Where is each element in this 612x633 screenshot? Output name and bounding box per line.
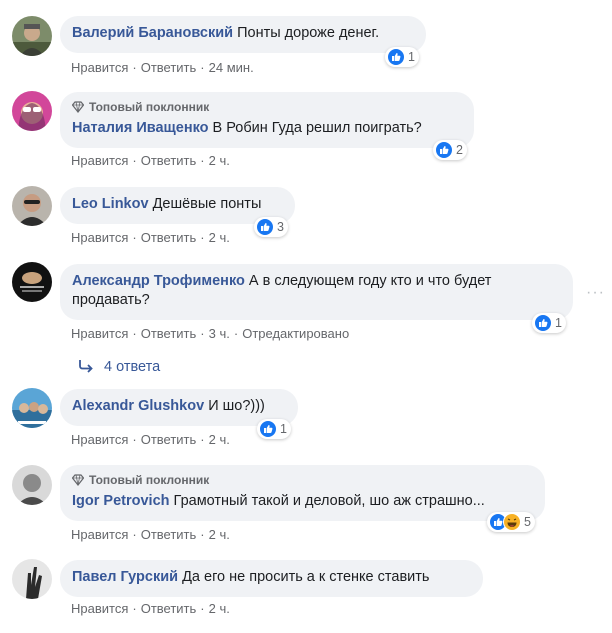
separator: · xyxy=(200,527,205,542)
edited-label[interactable]: Отредактировано xyxy=(242,326,349,341)
avatar[interactable] xyxy=(12,91,52,131)
comment-author[interactable]: Igor Petrovich xyxy=(72,493,170,509)
separator: · xyxy=(200,153,205,168)
separator: · xyxy=(200,601,205,616)
separator: · xyxy=(132,60,137,75)
reply-arrow-icon xyxy=(78,359,104,375)
comment-actions: Нравится · Ответить · 3 ч. · Отредактировано xyxy=(71,326,349,341)
top-fan-badge: Топовый поклонник xyxy=(71,100,462,117)
comment-timestamp[interactable]: 2 ч. xyxy=(209,153,230,168)
comment-timestamp[interactable]: 2 ч. xyxy=(209,527,230,542)
comment-text: Да его не просить а к стенке ставить xyxy=(182,569,430,585)
comment-timestamp[interactable]: 2 ч. xyxy=(209,432,230,447)
comment-timestamp[interactable]: 3 ч. xyxy=(209,326,230,341)
like-icon xyxy=(534,314,552,332)
avatar[interactable] xyxy=(12,465,52,505)
reply-button[interactable]: Ответить xyxy=(141,527,197,542)
comment-bubble: Топовый поклонник Igor Petrovich Грамотн… xyxy=(60,465,545,521)
haha-icon xyxy=(503,513,521,531)
like-icon xyxy=(256,218,274,236)
comment-text: Грамотный такой и деловой, шо аж страшно… xyxy=(173,493,485,509)
like-icon xyxy=(435,141,453,159)
like-button[interactable]: Нравится xyxy=(71,326,128,341)
diamond-icon xyxy=(71,474,85,490)
comment-actions: Нравится · Ответить · 2 ч. xyxy=(71,432,230,447)
comment-bubble: Павел Гурский Да его не просить а к стен… xyxy=(60,560,483,597)
comment-actions: Нравится · Ответить · 2 ч. xyxy=(71,527,230,542)
badge-label: Топовый поклонник xyxy=(89,473,210,487)
separator: · xyxy=(132,601,137,616)
reaction-count: 1 xyxy=(408,50,415,64)
reply-button[interactable]: Ответить xyxy=(141,230,197,245)
top-fan-badge: Топовый поклонник xyxy=(71,473,533,490)
reply-button[interactable]: Ответить xyxy=(141,601,197,616)
reaction-summary[interactable]: 1 xyxy=(385,47,419,67)
comment-bubble: Валерий Барановский Понты дороже денег. xyxy=(60,16,426,53)
comment-text-line: продавать? xyxy=(72,292,150,308)
comment-actions: Нравится · Ответить · 2 ч. xyxy=(71,601,230,616)
separator: · xyxy=(200,432,205,447)
separator: · xyxy=(200,230,205,245)
view-replies-link[interactable]: 4 ответа xyxy=(78,359,160,375)
comment-timestamp[interactable]: 24 мин. xyxy=(209,60,254,75)
comment-bubble: Александр Трофименко А в следующем году … xyxy=(60,264,573,320)
comment-text: И шо?))) xyxy=(208,398,265,414)
separator: · xyxy=(132,527,137,542)
reaction-summary[interactable]: 2 xyxy=(433,140,467,160)
comment-actions: Нравится · Ответить · 24 мин. xyxy=(71,60,254,75)
reaction-summary[interactable]: 5 xyxy=(487,512,535,532)
reaction-count: 3 xyxy=(277,220,284,234)
comment-text: Дешёвые понты xyxy=(152,196,262,212)
separator: · xyxy=(132,326,137,341)
like-button[interactable]: Нравится xyxy=(71,153,128,168)
separator: · xyxy=(132,153,137,168)
comment-actions: Нравится · Ответить · 2 ч. xyxy=(71,153,230,168)
comment-text: В Робин Гуда решил поиграть? xyxy=(212,120,422,136)
comment-text-line: А в следующем году кто и что будет xyxy=(248,273,492,289)
comment-text: Понты дороже денег. xyxy=(237,25,380,41)
reply-button[interactable]: Ответить xyxy=(141,432,197,447)
reaction-summary[interactable]: 1 xyxy=(532,313,566,333)
avatar[interactable] xyxy=(12,262,52,302)
separator: · xyxy=(132,432,137,447)
reply-button[interactable]: Ответить xyxy=(141,153,197,168)
reaction-count: 2 xyxy=(456,143,463,157)
reaction-summary[interactable]: 3 xyxy=(254,217,288,237)
like-button[interactable]: Нравится xyxy=(71,601,128,616)
comment-author[interactable]: Alexandr Glushkov xyxy=(72,398,204,414)
separator: · xyxy=(200,60,205,75)
like-icon xyxy=(387,48,405,66)
replies-count: 4 ответа xyxy=(104,359,161,375)
reaction-count: 1 xyxy=(555,316,562,330)
reaction-count: 1 xyxy=(280,422,287,436)
reaction-summary[interactable]: 1 xyxy=(257,419,291,439)
separator: · xyxy=(132,230,137,245)
comment-timestamp[interactable]: 2 ч. xyxy=(209,230,230,245)
like-icon xyxy=(259,420,277,438)
reply-button[interactable]: Ответить xyxy=(141,326,197,341)
comment-author[interactable]: Александр Трофименко xyxy=(72,273,245,289)
comment-author[interactable]: Павел Гурский xyxy=(72,569,178,585)
comment-timestamp[interactable]: 2 ч. xyxy=(209,601,230,616)
avatar[interactable] xyxy=(12,559,52,599)
avatar[interactable] xyxy=(12,186,52,226)
like-button[interactable]: Нравится xyxy=(71,527,128,542)
avatar[interactable] xyxy=(12,16,52,56)
comment-author[interactable]: Валерий Барановский xyxy=(72,25,233,41)
reply-button[interactable]: Ответить xyxy=(141,60,197,75)
comment-bubble: Топовый поклонник Наталия Иващенко В Роб… xyxy=(60,92,474,148)
avatar[interactable] xyxy=(12,388,52,428)
comment-author[interactable]: Наталия Иващенко xyxy=(72,120,209,136)
more-options-icon[interactable]: ··· xyxy=(586,284,605,302)
like-button[interactable]: Нравится xyxy=(71,432,128,447)
diamond-icon xyxy=(71,101,85,117)
comment-actions: Нравится · Ответить · 2 ч. xyxy=(71,230,230,245)
badge-label: Топовый поклонник xyxy=(89,100,210,114)
like-button[interactable]: Нравится xyxy=(71,230,128,245)
comment-author[interactable]: Leo Linkov xyxy=(72,196,149,212)
like-button[interactable]: Нравится xyxy=(71,60,128,75)
separator: · xyxy=(200,326,205,341)
separator: · xyxy=(233,326,239,341)
reaction-count: 5 xyxy=(524,515,531,529)
